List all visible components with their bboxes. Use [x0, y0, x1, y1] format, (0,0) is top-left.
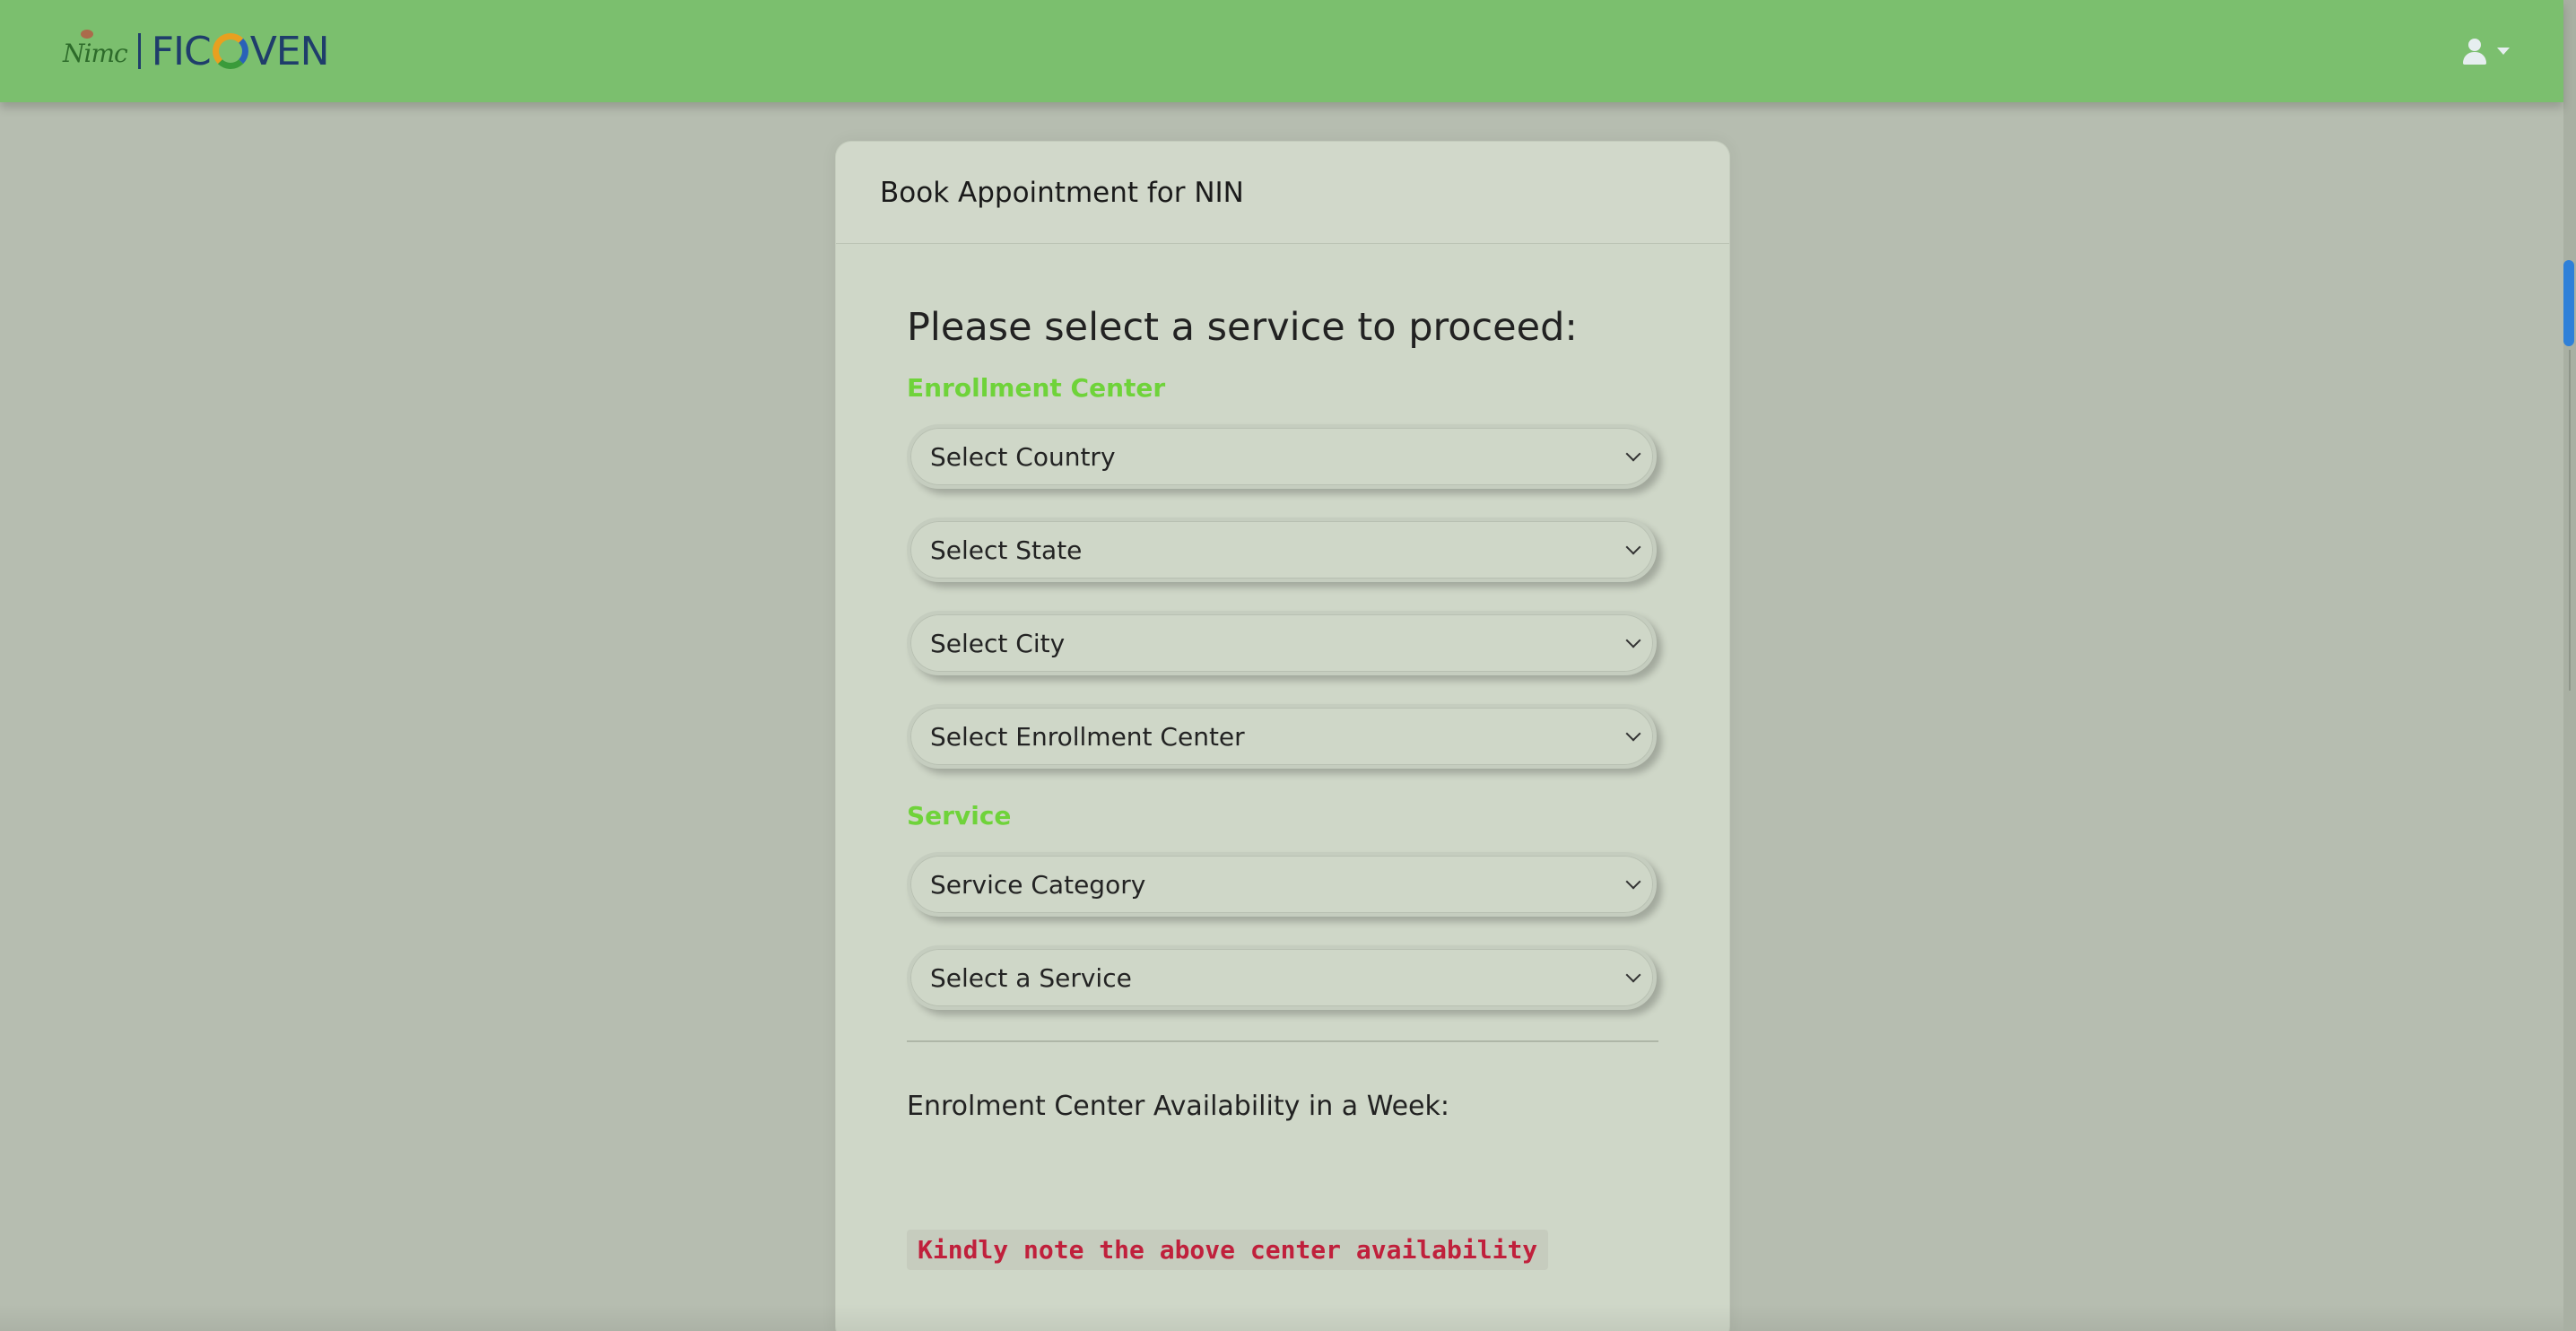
chevron-down-icon: [1625, 632, 1641, 648]
chevron-down-icon: [1625, 539, 1641, 555]
caret-down-icon: [2497, 48, 2510, 55]
state-select[interactable]: Select State: [907, 518, 1657, 582]
chevron-down-icon: [1625, 967, 1641, 983]
brand-name-left: FIC: [151, 28, 212, 74]
card-header: Book Appointment for NIN: [836, 142, 1729, 244]
card-title: Book Appointment for NIN: [880, 176, 1244, 209]
chevron-down-icon: [1625, 726, 1641, 742]
brand-name: FIC VEN: [151, 28, 330, 74]
brand-name-right: VEN: [249, 28, 330, 74]
state-select-value: Select State: [930, 535, 1083, 565]
section-divider: [907, 1040, 1658, 1042]
chevron-down-icon: [1625, 874, 1641, 890]
nimc-logo: Nimc: [63, 29, 128, 68]
brand-separator: [137, 33, 141, 69]
availability-heading: Enrolment Center Availability in a Week:: [907, 1091, 1449, 1122]
enrollment-center-label: Enrollment Center: [907, 373, 1166, 403]
service-select[interactable]: Select a Service: [907, 945, 1657, 1010]
availability-note: Kindly note the above center availabilit…: [907, 1230, 1549, 1270]
top-navbar: Nimc FIC VEN: [0, 0, 2563, 102]
card-body: Please select a service to proceed: Enro…: [836, 305, 1729, 1270]
service-category-select-value: Service Category: [930, 869, 1146, 900]
brand-logo[interactable]: Nimc FIC VEN: [63, 28, 330, 74]
page-lead: Please select a service to proceed:: [907, 305, 1578, 350]
service-label: Service: [907, 801, 1012, 831]
enrollment-center-select-value: Select Enrollment Center: [930, 721, 1245, 752]
country-select-value: Select Country: [930, 441, 1116, 472]
scrollbar-track: [2569, 350, 2571, 691]
country-select[interactable]: Select Country: [907, 424, 1657, 489]
user-icon: [2461, 37, 2488, 65]
city-select[interactable]: Select City: [907, 611, 1657, 675]
brand-o-icon: [212, 33, 248, 69]
chevron-down-icon: [1625, 446, 1641, 462]
service-select-value: Select a Service: [930, 962, 1132, 993]
user-menu-button[interactable]: [2461, 37, 2510, 65]
appointment-card: Book Appointment for NIN Please select a…: [835, 141, 1730, 1331]
page-scrollbar[interactable]: [2563, 0, 2576, 1331]
city-select-value: Select City: [930, 628, 1066, 658]
enrollment-center-select[interactable]: Select Enrollment Center: [907, 704, 1657, 769]
scrollbar-thumb[interactable]: [2563, 260, 2574, 346]
service-category-select[interactable]: Service Category: [907, 852, 1657, 917]
bottom-shadow: [0, 1304, 2563, 1331]
